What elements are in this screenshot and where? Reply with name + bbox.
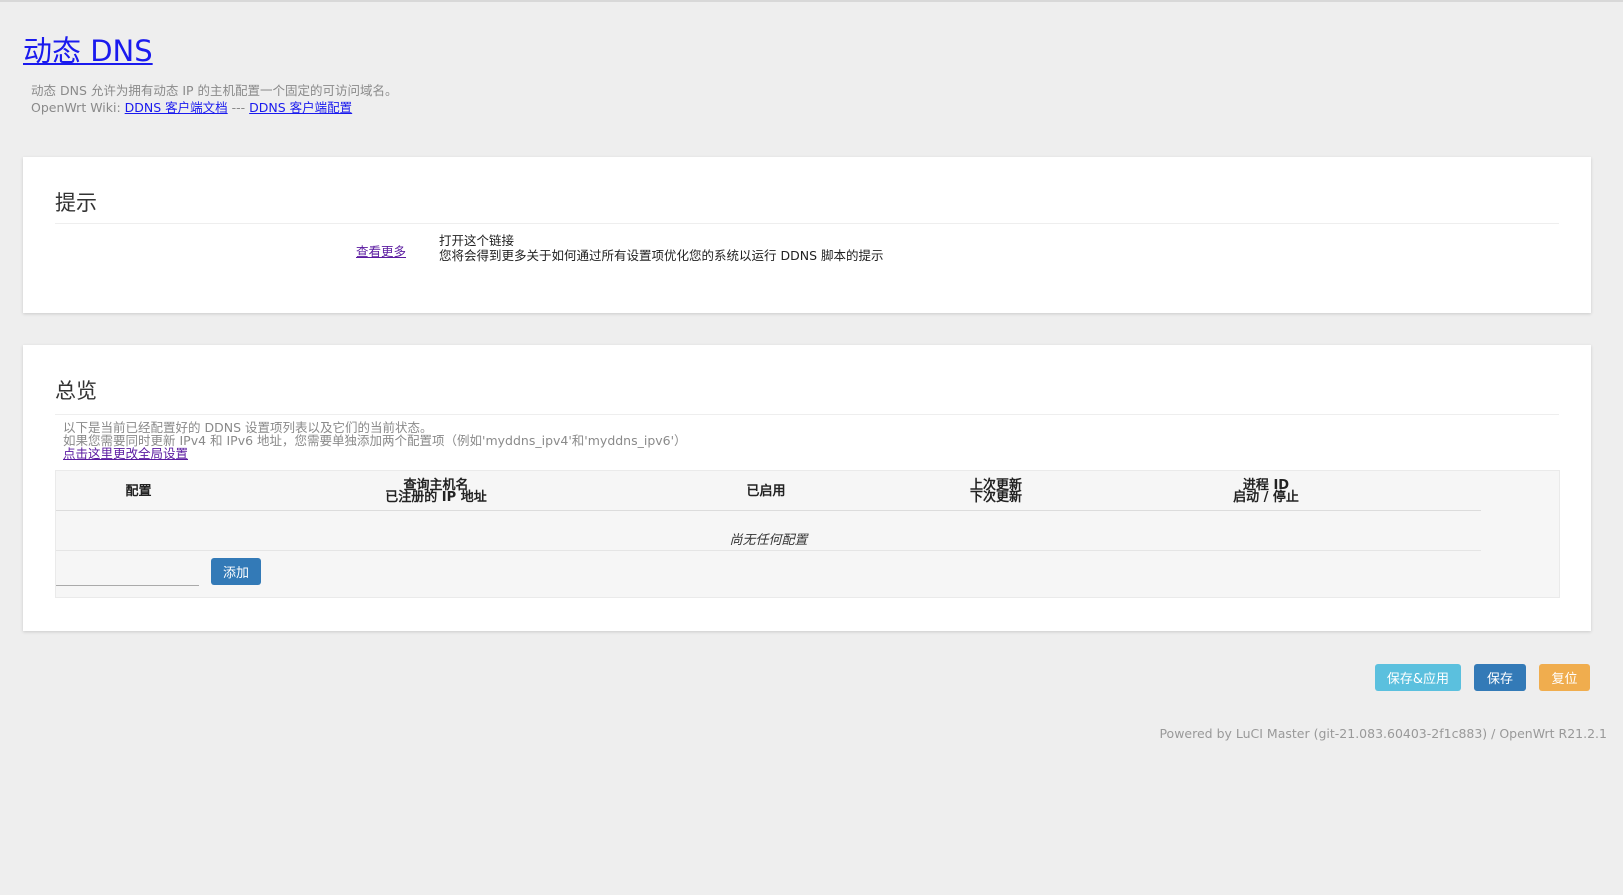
add-config-button[interactable]: 添加 bbox=[211, 558, 261, 585]
overview-section: 总览 以下是当前已经配置好的 DDNS 设置项列表以及它们的当前状态。 如果您需… bbox=[23, 345, 1591, 631]
intro-text: 动态 DNS 允许为拥有动态 IP 的主机配置一个固定的可访问域名。 OpenW… bbox=[31, 82, 398, 116]
table-row-divider bbox=[56, 550, 1481, 551]
save-button[interactable]: 保存 bbox=[1474, 664, 1526, 691]
column-hostname-line2: 已注册的 IP 地址 bbox=[385, 490, 487, 505]
table-header-divider bbox=[56, 510, 1481, 511]
hints-section: 提示 查看更多 打开这个链接 您将会得到更多关于如何通过所有设置项优化您的系统以… bbox=[23, 157, 1591, 313]
reset-button[interactable]: 复位 bbox=[1539, 664, 1590, 691]
hint-line-2: 您将会得到更多关于如何通过所有设置项优化您的系统以运行 DDNS 脚本的提示 bbox=[439, 248, 884, 263]
column-last-update-line2: 下次更新 bbox=[969, 490, 1022, 505]
column-config: 配置 bbox=[125, 484, 152, 499]
intro-description: 动态 DNS 允许为拥有动态 IP 的主机配置一个固定的可访问域名。 bbox=[31, 83, 398, 98]
column-hostname: 查询主机名 已注册的 IP 地址 bbox=[366, 479, 506, 505]
empty-table-message: 尚无任何配置 bbox=[729, 533, 808, 548]
save-apply-button[interactable]: 保存&应用 bbox=[1375, 664, 1461, 691]
hints-divider bbox=[55, 223, 1559, 224]
new-config-name-input[interactable] bbox=[56, 559, 199, 586]
page-title[interactable]: 动态 DNS bbox=[23, 28, 153, 70]
wiki-links: OpenWrt Wiki: DDNS 客户端文档 --- DDNS 客户端配置 bbox=[31, 99, 398, 116]
column-pid: 进程 ID 启动 / 停止 bbox=[1216, 479, 1316, 505]
global-settings-link[interactable]: 点击这里更改全局设置 bbox=[63, 446, 188, 461]
wiki-separator: --- bbox=[227, 100, 250, 115]
view-more-link[interactable]: 查看更多 bbox=[356, 241, 406, 260]
overview-divider bbox=[55, 414, 1559, 415]
ddns-config-table: 配置 查询主机名 已注册的 IP 地址 已启用 上次更新 下次更新 进程 ID … bbox=[55, 470, 1560, 598]
hint-text: 打开这个链接 您将会得到更多关于如何通过所有设置项优化您的系统以运行 DDNS … bbox=[439, 233, 883, 263]
hints-title: 提示 bbox=[55, 191, 97, 215]
column-last-update: 上次更新 下次更新 bbox=[956, 479, 1036, 505]
ddns-client-doc-link[interactable]: DDNS 客户端文档 bbox=[125, 100, 228, 115]
overview-title: 总览 bbox=[55, 379, 97, 403]
column-pid-line2: 启动 / 停止 bbox=[1233, 490, 1299, 505]
hint-line-1: 打开这个链接 bbox=[439, 233, 515, 248]
overview-description: 以下是当前已经配置好的 DDNS 设置项列表以及它们的当前状态。 如果您需要同时… bbox=[63, 421, 687, 460]
wiki-prefix: OpenWrt Wiki: bbox=[31, 100, 125, 115]
ddns-client-config-link[interactable]: DDNS 客户端配置 bbox=[249, 100, 352, 115]
column-enabled: 已启用 bbox=[746, 484, 786, 499]
footer-powered-by: Powered by LuCI Master (git-21.083.60403… bbox=[1159, 726, 1607, 741]
